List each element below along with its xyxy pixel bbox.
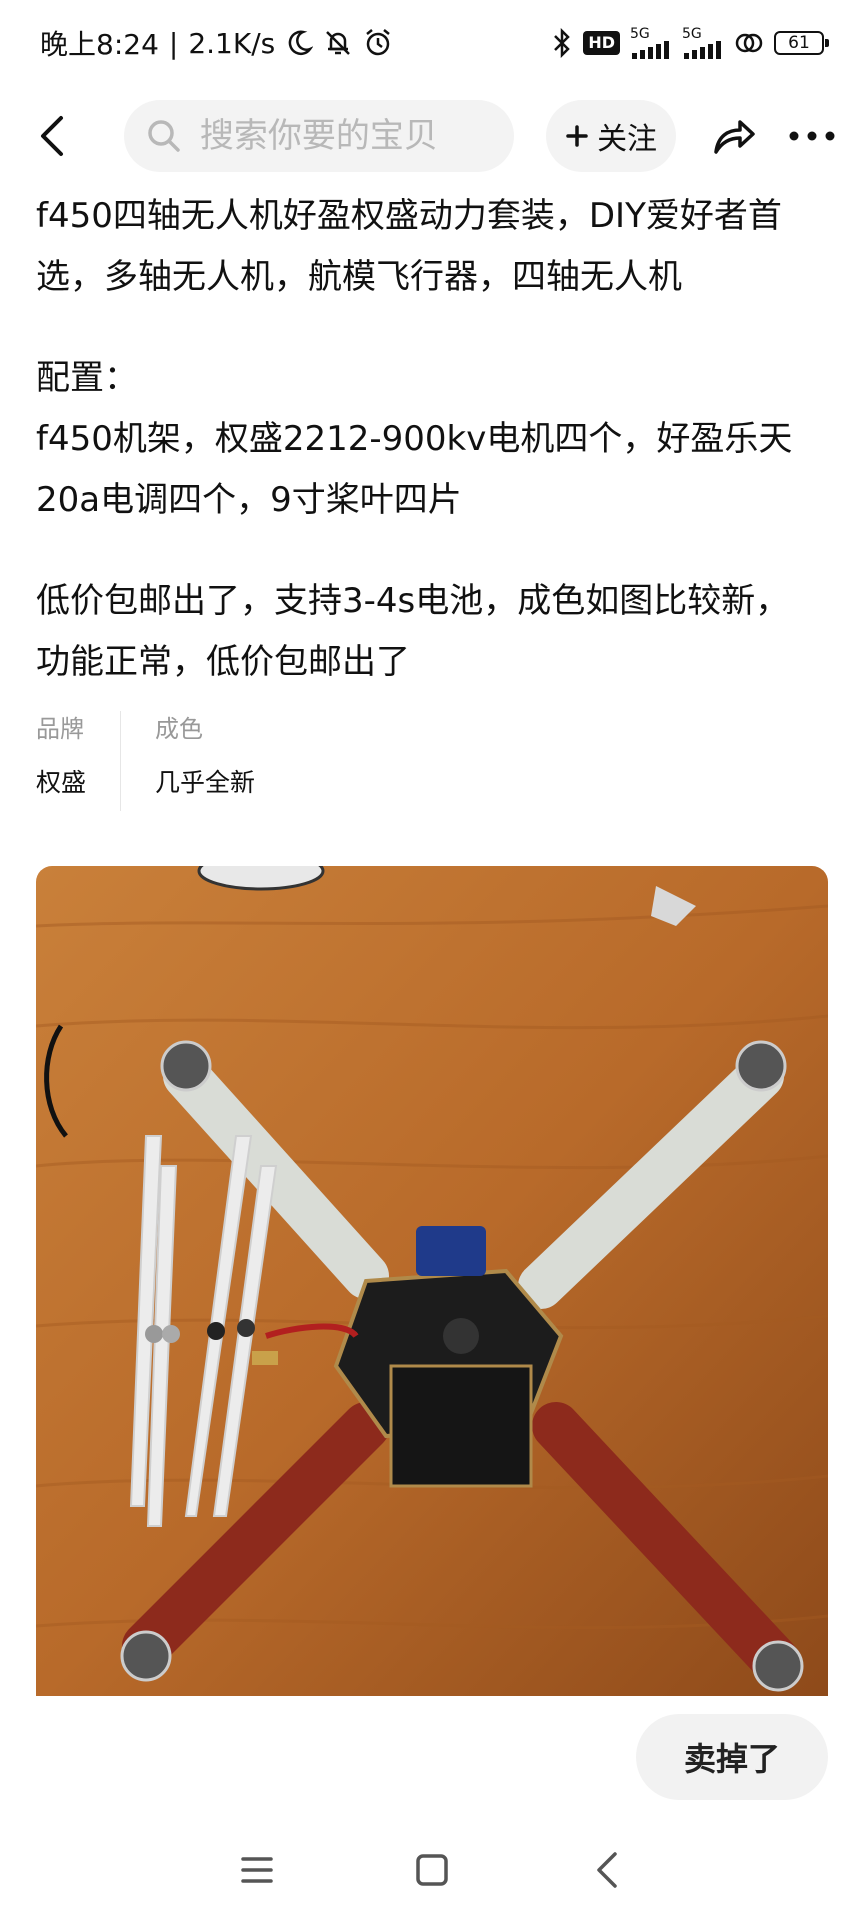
mute-bell-icon [323, 28, 353, 58]
menu-icon [241, 1857, 274, 1883]
signal-icon: 5G [630, 27, 672, 59]
back-button[interactable] [24, 106, 80, 166]
net-type-2: 5G [682, 26, 702, 42]
sold-label: 卖掉了 [683, 1740, 780, 1778]
status-bar: 晚上8:24 | 2.1K/s HD 5G 5G 61 [0, 0, 864, 86]
attribute-value: 权盛 [36, 768, 87, 797]
item-description: f450四轴无人机好盈权盛动力套装，DIY爱好者首 选，多轴无人机，航模飞行器，… [36, 186, 828, 811]
share-button[interactable] [706, 106, 762, 166]
config-line: f450机架，权盛2212-900kv电机四个，好盈乐天 [36, 419, 793, 459]
net-speed: 2.1K/s [188, 26, 276, 60]
config-line: 20a电调四个，9寸桨叶四片 [36, 480, 462, 520]
alarm-icon [363, 28, 393, 58]
back-icon [40, 116, 63, 156]
link-icon [734, 30, 764, 56]
attributes: 品牌 权盛 成色 几乎全新 [36, 711, 828, 811]
home-button[interactable] [402, 1840, 462, 1900]
config-paragraph: 配置： f450机架，权盛2212-900kv电机四个，好盈乐天 20a电调四个… [36, 348, 828, 531]
share-icon [714, 120, 755, 154]
note-paragraph: 低价包邮出了，支持3-4s电池，成色如图比较新， 功能正常，低价包邮出了 [36, 571, 828, 693]
battery-level: 61 [788, 33, 810, 53]
system-back-button[interactable] [577, 1840, 637, 1900]
search-input[interactable] [197, 115, 492, 157]
home-icon [416, 1854, 448, 1886]
net-type-1: 5G [630, 26, 650, 42]
config-line: 配置： [36, 358, 138, 398]
moon-icon [285, 29, 314, 57]
battery-icon: 61 [774, 31, 829, 55]
follow-button[interactable]: 关注 [545, 100, 677, 172]
more-icon [789, 131, 835, 141]
sold-button[interactable]: 卖掉了 [636, 1714, 828, 1800]
drone-photo-illustration [36, 866, 828, 1696]
attribute-label: 成色 [155, 715, 204, 743]
attribute-brand: 品牌 权盛 [36, 711, 120, 811]
attribute-label: 品牌 [36, 715, 84, 743]
title-line: 选，多轴无人机，航模飞行器，四轴无人机 [36, 257, 682, 297]
bluetooth-icon [551, 28, 573, 58]
back-nav-icon [596, 1852, 617, 1888]
attribute-condition: 成色 几乎全新 [120, 711, 289, 811]
menu-button[interactable] [227, 1840, 287, 1900]
note-line: 低价包邮出了，支持3-4s电池，成色如图比较新， [36, 581, 790, 621]
top-nav: 关注 [0, 86, 864, 186]
follow-label: 关注 [597, 122, 658, 157]
signal-icon-2: 5G [682, 27, 724, 59]
status-separator: | [168, 26, 179, 60]
product-photo[interactable] [36, 866, 828, 1696]
status-time: 晚上8:24 [40, 28, 159, 61]
attribute-value: 几乎全新 [155, 768, 256, 797]
search-bar[interactable] [123, 100, 514, 172]
system-nav-bar [0, 1820, 864, 1920]
search-icon [148, 120, 180, 152]
title-paragraph: f450四轴无人机好盈权盛动力套装，DIY爱好者首 选，多轴无人机，航模飞行器，… [36, 186, 828, 308]
note-line: 功能正常，低价包邮出了 [36, 642, 410, 682]
hd-badge: HD [583, 31, 620, 55]
plus-icon [566, 125, 588, 147]
more-button[interactable] [784, 106, 840, 166]
title-line: f450四轴无人机好盈权盛动力套装，DIY爱好者首 [36, 196, 782, 236]
